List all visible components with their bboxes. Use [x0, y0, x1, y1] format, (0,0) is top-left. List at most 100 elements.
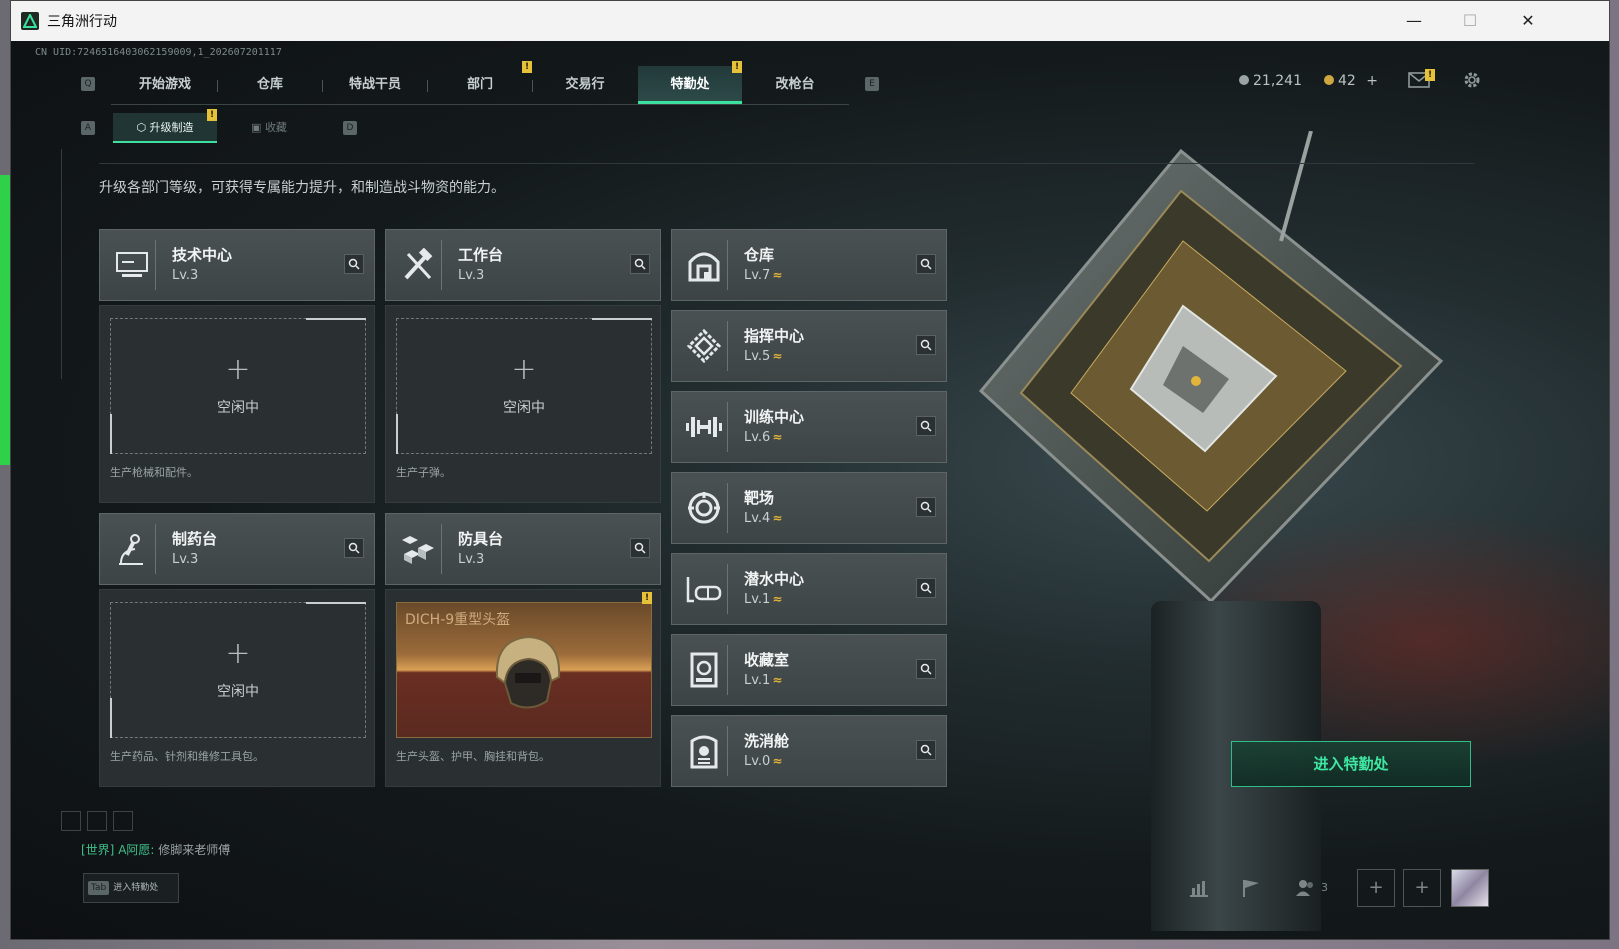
quick-slot-row: [61, 811, 139, 835]
workbench-header[interactable]: 工作台 Lv.3: [385, 229, 661, 301]
dept-warehouse[interactable]: 仓库 Lv.7 ≈: [671, 229, 947, 301]
avatar[interactable]: [1451, 869, 1489, 907]
dept-collection-room[interactable]: 收藏室 Lv.1 ≈: [671, 634, 947, 706]
upgrade-chevron-icon: ≈: [772, 349, 783, 363]
search-icon[interactable]: [916, 416, 936, 436]
subtab-collection[interactable]: ▣ 收藏: [217, 113, 321, 143]
tab-warehouse[interactable]: 仓库: [218, 66, 322, 104]
armor-bench-hint: 生产头盔、护甲、胸挂和背包。: [396, 750, 550, 763]
minimize-button[interactable]: —: [1391, 7, 1437, 35]
dept-level: Lv.4 ≈: [744, 511, 783, 526]
search-icon[interactable]: [916, 497, 936, 517]
pharmacy-hint: 生产药品、针剂和维修工具包。: [110, 750, 264, 763]
left-rail-line: [61, 149, 62, 379]
tab-department[interactable]: 部门: [428, 66, 532, 104]
settings-gear-icon[interactable]: [1461, 69, 1483, 96]
search-icon[interactable]: [916, 740, 936, 760]
dept-training-center[interactable]: 训练中心 Lv.6 ≈: [671, 391, 947, 463]
pharmacy-idle-slot[interactable]: + 空闲中: [110, 602, 366, 738]
helmet-image: [495, 635, 561, 709]
warehouse-icon: [680, 240, 728, 290]
flag-icon[interactable]: [1241, 878, 1261, 902]
add-slot-button[interactable]: +: [1403, 869, 1441, 907]
currency-gold[interactable]: 42 +: [1324, 73, 1378, 89]
search-icon[interactable]: [916, 578, 936, 598]
tech-center-name: 技术中心: [172, 246, 233, 264]
microscope-icon: [108, 524, 156, 574]
add-plus-icon: +: [511, 352, 537, 387]
tech-center-idle-slot[interactable]: + 空闲中: [110, 318, 366, 454]
search-icon[interactable]: [630, 254, 650, 274]
enter-special-service-button[interactable]: 进入特勤处: [1231, 741, 1471, 787]
quick-slot[interactable]: [87, 811, 107, 831]
add-plus-icon: +: [225, 636, 251, 671]
search-icon[interactable]: [344, 254, 364, 274]
slot-status: 空闲中: [217, 684, 259, 700]
search-icon[interactable]: [344, 538, 364, 558]
tab-gunsmith[interactable]: 改枪台: [743, 66, 847, 104]
subtab-prev-key: A: [81, 121, 95, 135]
friends-icon[interactable]: [1295, 879, 1317, 901]
section-divider: [99, 163, 1475, 164]
pharmacy-slot-card: + 空闲中 生产药品、针剂和维修工具包。: [99, 589, 375, 787]
computer-icon: [108, 240, 156, 290]
tab-start-game[interactable]: 开始游戏: [113, 66, 217, 104]
tab-shortcut-hint[interactable]: Tab 进入特勤处: [83, 873, 179, 903]
department-alert-badge: !: [522, 61, 532, 73]
slot-status: 空闲中: [217, 400, 259, 416]
dept-name: 训练中心: [744, 408, 805, 426]
upgrade-chevron-icon: ≈: [772, 673, 783, 687]
desktop-strip: [0, 175, 10, 465]
dept-level: Lv.0 ≈: [744, 754, 783, 769]
tools-icon: [394, 240, 442, 290]
armor-bench-item-slot[interactable]: DICH-9重型头盔: [396, 602, 652, 738]
slot-corner: [592, 318, 652, 320]
add-currency-button[interactable]: +: [1366, 73, 1378, 89]
tab-operators[interactable]: 特战干员: [323, 66, 427, 104]
currency-silver[interactable]: 21,241: [1239, 73, 1302, 89]
tab-baseline: [111, 104, 849, 105]
search-icon[interactable]: [916, 335, 936, 355]
dept-name: 潜水中心: [744, 570, 805, 588]
subtab-upgrade-craft[interactable]: ⬡ 升级制造: [113, 113, 217, 143]
mail-alert-badge: !: [1425, 69, 1435, 81]
tab-next-key: E: [865, 77, 879, 91]
dept-decontamination[interactable]: 洗消舱 Lv.0 ≈: [671, 715, 947, 787]
chat-line[interactable]: [世界] A阿愿: 修脚来老师傅: [81, 841, 230, 858]
tech-center-header[interactable]: 技术中心 Lv.3: [99, 229, 375, 301]
dept-command-center[interactable]: 指挥中心 Lv.5 ≈: [671, 310, 947, 382]
slot-corner: [396, 414, 398, 454]
app-logo-icon: [21, 12, 39, 30]
target-icon: [680, 483, 728, 533]
gold-coin-icon: [1324, 75, 1334, 85]
armor-bench-slot-card: DICH-9重型头盔 ! 生产头盔、护甲、胸挂和背包。: [385, 589, 661, 787]
tab-special-service[interactable]: 特勤处: [638, 66, 742, 104]
workbench-level: Lv.3: [458, 268, 485, 283]
pharmacy-level: Lv.3: [172, 552, 199, 567]
tab-trade[interactable]: 交易行: [533, 66, 637, 104]
silver-coin-icon: [1239, 75, 1249, 85]
workbench-idle-slot[interactable]: + 空闲中: [396, 318, 652, 454]
dept-level: Lv.1 ≈: [744, 592, 783, 607]
add-slot-button[interactable]: +: [1357, 869, 1395, 907]
search-icon[interactable]: [916, 254, 936, 274]
tab-key: Tab: [88, 881, 110, 895]
dive-icon: [680, 564, 728, 614]
dept-name: 靶场: [744, 489, 775, 507]
dept-shooting-range[interactable]: 靶场 Lv.4 ≈: [671, 472, 947, 544]
chat-user: A阿愿:: [118, 843, 155, 857]
stats-chart-icon[interactable]: [1189, 879, 1209, 901]
upgrade-chevron-icon: ≈: [772, 268, 783, 282]
close-button[interactable]: ✕: [1505, 7, 1551, 35]
search-icon[interactable]: [916, 659, 936, 679]
search-icon[interactable]: [630, 538, 650, 558]
cube-scene-art: [978, 131, 1444, 604]
quick-slot[interactable]: [61, 811, 81, 831]
dept-dive-center[interactable]: 潜水中心 Lv.1 ≈: [671, 553, 947, 625]
quick-slot[interactable]: [113, 811, 133, 831]
pharmacy-header[interactable]: 制药台 Lv.3: [99, 513, 375, 585]
maximize-button[interactable]: ☐: [1447, 7, 1493, 35]
decon-icon: [680, 726, 728, 776]
crafted-item-name: DICH-9重型头盔: [405, 612, 511, 628]
armor-bench-header[interactable]: 防具台 Lv.3: [385, 513, 661, 585]
